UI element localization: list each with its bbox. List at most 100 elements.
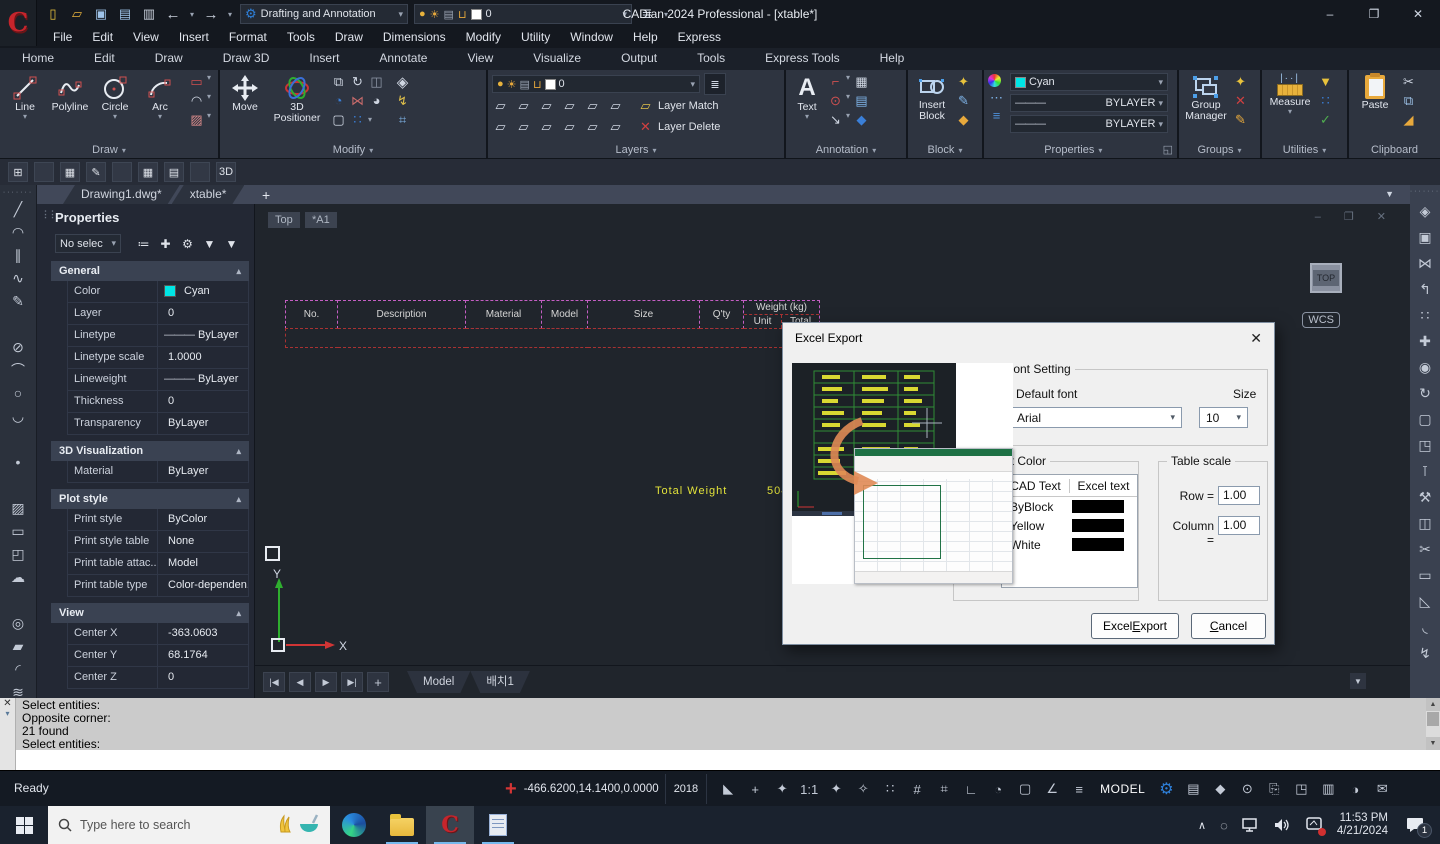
fill-tool-icon[interactable]: ◔: [330, 92, 347, 109]
default-font-combo[interactable]: Arial▾: [1010, 407, 1182, 428]
property-row[interactable]: Color Cyan: [67, 281, 249, 303]
wcs-label[interactable]: WCS: [1302, 312, 1340, 328]
insert-block-button[interactable]: Insert Block: [912, 73, 952, 122]
copy-tool-icon[interactable]: ⧉: [330, 73, 347, 90]
menu-item[interactable]: Help: [624, 28, 667, 48]
arc-button[interactable]: Arc▾: [139, 73, 181, 120]
format-version[interactable]: 2018: [665, 774, 707, 804]
menu-item[interactable]: File: [44, 28, 81, 48]
print-icon[interactable]: ▥: [140, 4, 158, 24]
layers-stack-icon[interactable]: ≣: [638, 4, 656, 24]
revcloud-tool-icon[interactable]: ◠: [188, 92, 205, 109]
snip-icon[interactable]: [1306, 817, 1323, 834]
attach-block-icon[interactable]: ◆: [955, 111, 972, 128]
property-row[interactable]: Thickness 0: [67, 391, 249, 413]
excel-color-swatch[interactable]: [1072, 519, 1124, 532]
excel-export-button[interactable]: Excel Export: [1091, 613, 1179, 639]
new-tab-button[interactable]: +: [262, 187, 270, 203]
taskbar-app-edge[interactable]: [330, 806, 378, 844]
view-control[interactable]: Top: [268, 212, 300, 228]
open-file-icon[interactable]: ▱: [68, 4, 86, 24]
ribbon-tab[interactable]: Draw: [135, 48, 203, 70]
section-header[interactable]: View▴: [51, 603, 249, 623]
lineweight-combo[interactable]: ——— BYLAYER ▾: [1010, 115, 1168, 133]
rotate-tool-icon[interactable]: ↻: [349, 73, 366, 90]
linetype-icon[interactable]: ⋯: [988, 92, 1005, 104]
row-scale-input[interactable]: 1.00: [1218, 486, 1260, 505]
view-cube[interactable]: TOP: [1310, 263, 1342, 293]
ribbon-tab[interactable]: Output: [601, 48, 677, 70]
new-layout-button[interactable]: +: [367, 672, 389, 692]
layer-combo[interactable]: ● ☀ ▤ ⊔ 0 ▾: [492, 75, 700, 93]
tab-overflow-icon[interactable]: ▼: [1385, 189, 1394, 199]
command-input[interactable]: [16, 750, 1440, 770]
save-icon[interactable]: ▣: [92, 4, 110, 24]
center-mark-icon[interactable]: ⊙: [827, 92, 844, 109]
eraser-tool-icon[interactable]: ◈: [394, 73, 411, 90]
menu-item[interactable]: Modify: [457, 28, 510, 48]
visual-style-control[interactable]: *A1: [305, 212, 337, 228]
match-lightning-icon[interactable]: ↯: [394, 92, 411, 109]
app-logo[interactable]: C: [0, 0, 37, 46]
scroll-thumb[interactable]: [1427, 712, 1439, 726]
command-expand-icon[interactable]: ▾: [0, 709, 15, 718]
id-point-icon[interactable]: ✓: [1317, 111, 1334, 128]
column-scale-input[interactable]: 1.00: [1218, 516, 1260, 535]
excel-color-swatch[interactable]: [1072, 500, 1124, 513]
panel-caption-utilities[interactable]: Utilities: [1262, 143, 1347, 158]
redo-icon[interactable]: →: [202, 4, 220, 24]
ribbon-tab[interactable]: Express Tools: [745, 48, 859, 70]
copy-clip-icon[interactable]: ⧉: [1400, 92, 1417, 109]
ungroup-icon[interactable]: ✕: [1232, 92, 1249, 109]
close-button[interactable]: ✕: [1396, 0, 1440, 28]
first-layout-button[interactable]: |◀: [263, 672, 285, 692]
line-button[interactable]: Line▾: [4, 73, 46, 120]
panel-caption-properties[interactable]: Properties◱: [984, 143, 1177, 158]
ribbon-tab[interactable]: Annotate: [359, 48, 447, 70]
menu-item[interactable]: Insert: [170, 28, 218, 48]
dimension-icon[interactable]: ⌐: [827, 73, 844, 90]
property-row[interactable]: Print style ByColor: [67, 509, 249, 531]
section-header[interactable]: 3D Visualization▴: [51, 441, 249, 461]
color-map-row[interactable]: Yellow: [1002, 516, 1137, 535]
layout-tab[interactable]: 배치1: [470, 671, 530, 693]
font-size-combo[interactable]: 10▾: [1199, 407, 1248, 428]
property-row[interactable]: Print table type Color-dependen...: [67, 575, 249, 597]
move-button[interactable]: Move: [224, 73, 266, 113]
dialog-launcher-icon[interactable]: ◱: [1163, 143, 1173, 157]
color-combo[interactable]: Cyan ▾: [1010, 73, 1168, 91]
volume-icon[interactable]: [1274, 818, 1292, 832]
next-layout-button[interactable]: ▶: [315, 672, 337, 692]
linetype-combo[interactable]: ——— BYLAYER ▾: [1010, 94, 1168, 112]
ribbon-tab[interactable]: Home: [2, 48, 74, 70]
layer-delete-button[interactable]: ✕Layer Delete: [637, 118, 720, 135]
color-wheel-icon[interactable]: [988, 74, 1001, 87]
color-map-row[interactable]: White: [1002, 535, 1137, 554]
scroll-down-icon[interactable]: ▼: [1426, 737, 1440, 750]
panel-caption-block[interactable]: Block: [908, 143, 982, 158]
collapse-icon[interactable]: ▴: [236, 608, 241, 619]
collapse-icon[interactable]: ▴: [236, 494, 241, 505]
property-row[interactable]: Print table attac... Model: [67, 553, 249, 575]
menu-item[interactable]: Express: [669, 28, 730, 48]
layer-previous-button[interactable]: ≣: [704, 73, 726, 95]
measure-button[interactable]: |··| Measure▾: [1266, 73, 1314, 115]
text-button[interactable]: A Text▾: [790, 73, 824, 120]
quick-layer-combo[interactable]: ● ☀ ▤ ⊔ 0 ▾: [414, 4, 632, 24]
rectangle-tool-icon[interactable]: ▭: [188, 73, 205, 90]
panel-caption-draw[interactable]: Draw: [0, 143, 218, 158]
ribbon-tab[interactable]: Insert: [289, 48, 359, 70]
undo-dropdown-icon[interactable]: ▾: [188, 4, 196, 24]
box-tool-icon[interactable]: ▢: [330, 111, 347, 128]
undo-icon[interactable]: ←: [164, 4, 182, 24]
color-map-row[interactable]: ByBlock: [1002, 497, 1137, 516]
property-row[interactable]: Layer 0: [67, 303, 249, 325]
command-scrollbar[interactable]: ▲ ▼: [1426, 698, 1440, 750]
3d-positioner-button[interactable]: 3D Positioner: [269, 73, 325, 124]
menu-item[interactable]: Window: [561, 28, 622, 48]
property-row[interactable]: Center Z 0: [67, 667, 249, 689]
panel-caption-modify[interactable]: Modify: [220, 143, 486, 158]
menu-item[interactable]: View: [124, 28, 168, 48]
array-tool-icon[interactable]: ∷: [349, 111, 366, 128]
property-row[interactable]: Center Y 68.1764: [67, 645, 249, 667]
